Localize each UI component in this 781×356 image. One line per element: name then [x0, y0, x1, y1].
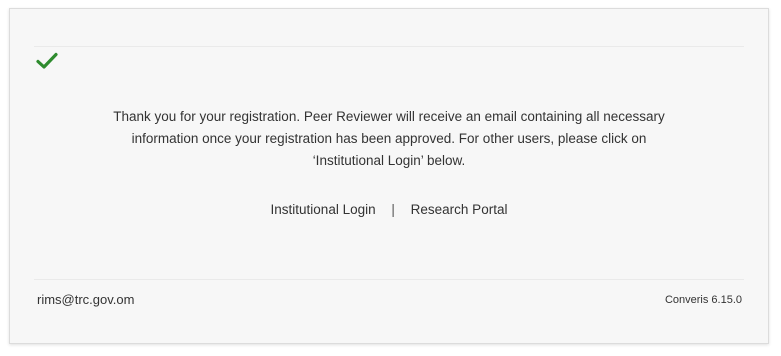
bottom-divider: [34, 279, 744, 280]
checkmark-icon: [36, 52, 58, 69]
login-links: Institutional Login | Research Portal: [10, 202, 768, 217]
top-divider: [34, 46, 744, 47]
version-label: Converis 6.15.0: [664, 294, 742, 306]
message-line-3: ‘Institutional Login’ below.: [312, 153, 466, 168]
message-line-1: Thank you for your registration. Peer Re…: [113, 109, 665, 124]
institutional-login-link[interactable]: Institutional Login: [271, 202, 376, 217]
registration-confirmation-card: Thank you for your registration. Peer Re…: [9, 8, 769, 344]
link-separator: |: [391, 202, 395, 217]
confirmation-message: Thank you for your registration. Peer Re…: [30, 106, 748, 172]
contact-email: rims@trc.gov.om: [37, 292, 135, 307]
research-portal-link[interactable]: Research Portal: [411, 202, 508, 217]
message-line-2: information once your registration has b…: [131, 131, 647, 146]
